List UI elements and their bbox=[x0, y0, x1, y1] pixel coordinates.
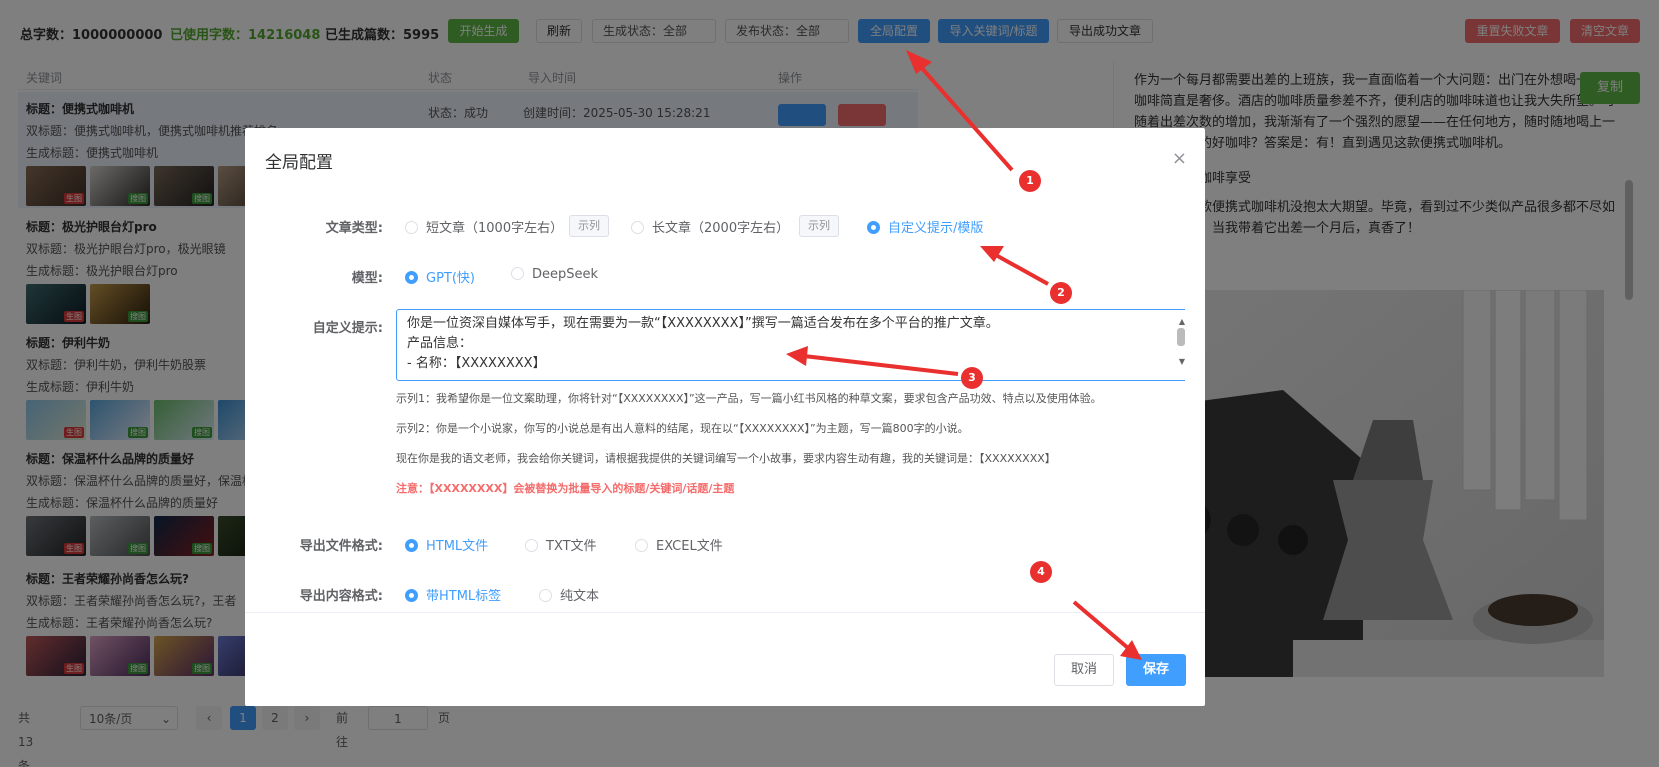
radio-short-article[interactable]: 短文章（1000字左右） bbox=[405, 217, 563, 236]
prompt-line: 你是一位资深自媒体写手，现在需要为一款“【XXXXXXXX】”撰写一篇适合发布在… bbox=[407, 316, 999, 331]
prompt-line: 产品信息： bbox=[407, 336, 473, 351]
custom-prompt-label: 自定义提示: bbox=[312, 321, 383, 336]
radio-dot bbox=[405, 271, 418, 284]
cancel-button[interactable]: 取消 bbox=[1054, 654, 1114, 686]
radio-dot bbox=[405, 221, 418, 234]
example-hint-3: 现在你是我的语文老师，我会给你关键词，请根据我提供的关键词编写一个小故事，要求内… bbox=[396, 452, 1056, 465]
radio-dot bbox=[405, 589, 418, 602]
dialog-title: 全局配置 bbox=[265, 153, 333, 173]
export-content-label: 导出内容格式: bbox=[299, 589, 383, 604]
radio-file-txt[interactable]: TXT文件 bbox=[525, 535, 597, 554]
radio-long-article[interactable]: 长文章（2000字左右） bbox=[631, 217, 789, 236]
radio-label: 纯文本 bbox=[560, 589, 600, 604]
radio-label: TXT文件 bbox=[546, 539, 597, 554]
scroll-down-icon[interactable]: ▼ bbox=[1179, 352, 1185, 372]
textarea-scrollbar[interactable] bbox=[1177, 328, 1185, 346]
example-hint-2: 示列2：你是一个小说家，你写的小说总是有出人意料的结尾，现在以“【XXXXXXX… bbox=[396, 422, 969, 435]
radio-model-deepseek[interactable]: DeepSeek bbox=[511, 267, 598, 282]
example-short-button[interactable]: 示列 bbox=[569, 215, 609, 237]
radio-file-html[interactable]: HTML文件 bbox=[405, 535, 488, 554]
export-file-label: 导出文件格式: bbox=[299, 539, 383, 554]
annotation-marker-3: 3 bbox=[961, 367, 983, 389]
radio-label: 带HTML标签 bbox=[426, 589, 502, 604]
radio-label: 自定义提示/模版 bbox=[888, 221, 984, 236]
annotation-marker-2: 2 bbox=[1050, 282, 1072, 304]
radio-dot bbox=[867, 221, 880, 234]
radio-label: DeepSeek bbox=[532, 267, 599, 282]
radio-dot bbox=[539, 589, 552, 602]
save-button[interactable]: 保存 bbox=[1126, 654, 1186, 686]
radio-model-gpt[interactable]: GPT(快) bbox=[405, 267, 475, 286]
annotation-marker-4: 4 bbox=[1030, 561, 1052, 583]
radio-label: EXCEL文件 bbox=[656, 539, 723, 554]
global-config-dialog: 全局配置 × 文章类型: 短文章（1000字左右） 示列 长文章（2000字左右… bbox=[245, 128, 1205, 706]
example-hint-1: 示列1：我希望你是一位文案助理，你将针对“【XXXXXXXX】”这一产品，写一篇… bbox=[396, 392, 1102, 405]
prompt-line: - 名称：【XXXXXXXX】 bbox=[407, 356, 546, 371]
replace-warning: 注意：【XXXXXXXX】会被替换为批量导入的标题/关键词/话题/主题 bbox=[396, 482, 735, 495]
dialog-body: 文章类型: 短文章（1000字左右） 示列 长文章（2000字左右） 示列 自定… bbox=[265, 212, 1185, 612]
example-long-button[interactable]: 示列 bbox=[799, 215, 839, 237]
radio-custom-template[interactable]: 自定义提示/模版 bbox=[867, 217, 983, 236]
close-icon[interactable]: × bbox=[1172, 148, 1187, 169]
radio-label: GPT(快) bbox=[426, 271, 475, 286]
article-type-label: 文章类型: bbox=[325, 221, 383, 236]
radio-content-text[interactable]: 纯文本 bbox=[539, 585, 599, 604]
radio-dot bbox=[405, 539, 418, 552]
radio-dot bbox=[525, 539, 538, 552]
model-label: 模型: bbox=[351, 271, 383, 286]
radio-label: HTML文件 bbox=[426, 539, 489, 554]
radio-dot bbox=[631, 221, 644, 234]
annotation-marker-1: 1 bbox=[1019, 170, 1041, 192]
radio-file-excel[interactable]: EXCEL文件 bbox=[635, 535, 723, 554]
radio-content-html[interactable]: 带HTML标签 bbox=[405, 585, 501, 604]
radio-dot bbox=[511, 267, 524, 280]
custom-prompt-textarea[interactable]: 你是一位资深自媒体写手，现在需要为一款“【XXXXXXXX】”撰写一篇适合发布在… bbox=[396, 309, 1185, 381]
radio-label: 短文章（1000字左右） bbox=[426, 221, 564, 236]
dialog-footer-divider bbox=[245, 612, 1205, 613]
radio-dot bbox=[635, 539, 648, 552]
radio-label: 长文章（2000字左右） bbox=[652, 221, 790, 236]
